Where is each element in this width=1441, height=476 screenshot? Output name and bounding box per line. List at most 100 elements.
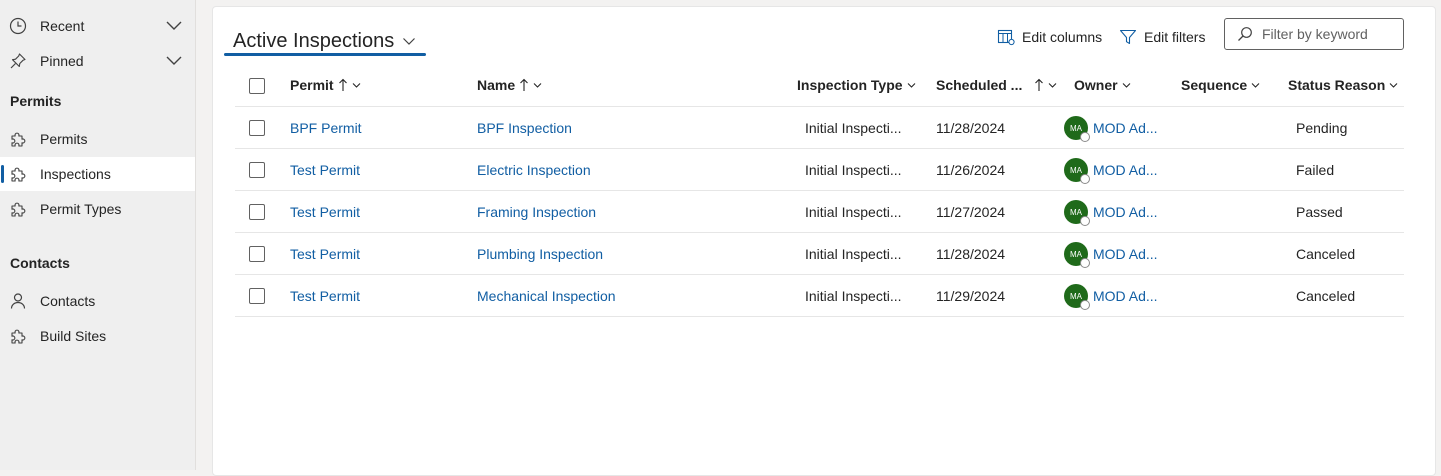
owner-link[interactable]: MOD Ad... (1093, 246, 1158, 262)
inspection-type-cell: Initial Inspecti... (805, 246, 902, 262)
sidebar: Recent Pinned Permits Permits Inspection… (0, 0, 196, 470)
column-header-label: Name (477, 77, 516, 93)
edit-filters-button[interactable]: Edit filters (1119, 26, 1205, 48)
column-header-label: Status Reason (1288, 77, 1386, 93)
edit-columns-label: Edit columns (1022, 29, 1103, 45)
view-title: Active Inspections (233, 29, 395, 52)
row-checkbox[interactable] (249, 120, 265, 136)
puzzle-icon (11, 167, 26, 182)
search-icon (1238, 27, 1252, 41)
scheduled-date-cell: 11/28/2024 (936, 246, 1006, 262)
sort-ascending-icon (338, 78, 347, 91)
nav-pinned[interactable]: Pinned (0, 44, 195, 78)
sidebar-item-permit-types[interactable]: Permit Types (0, 192, 195, 226)
keyword-filter[interactable] (1224, 18, 1404, 50)
inspection-type-cell: Initial Inspecti... (805, 288, 902, 304)
column-header-permit[interactable]: Permit (290, 77, 361, 93)
presence-status-icon (1080, 216, 1090, 226)
table-row[interactable]: Test Permit Mechanical Inspection Initia… (235, 275, 1404, 317)
chevron-down-icon (403, 38, 416, 45)
grid-header: Permit Name Inspection Type Scheduled ..… (235, 65, 1404, 107)
chevron-down-icon[interactable] (165, 52, 183, 70)
select-all-checkbox[interactable] (249, 78, 265, 94)
scheduled-date-cell: 11/28/2024 (936, 120, 1006, 136)
owner-link[interactable]: MOD Ad... (1093, 120, 1158, 136)
status-reason-cell: Failed (1296, 162, 1335, 178)
group-title-contacts: Contacts (10, 255, 70, 271)
row-checkbox[interactable] (249, 246, 265, 262)
person-icon (10, 293, 26, 309)
sidebar-item-inspections[interactable]: Inspections (0, 157, 195, 191)
chevron-down-icon (1048, 82, 1057, 88)
permit-link[interactable]: Test Permit (290, 162, 360, 178)
column-header-sequence[interactable]: Sequence (1181, 77, 1260, 93)
edit-columns-button[interactable]: Edit columns (997, 26, 1102, 48)
sidebar-item-label: Build Sites (40, 328, 107, 344)
owner-link[interactable]: MOD Ad... (1093, 288, 1158, 304)
scheduled-date-cell: 11/27/2024 (936, 204, 1006, 220)
column-header-owner[interactable]: Owner (1074, 77, 1131, 93)
pin-icon (10, 53, 26, 69)
table-row[interactable]: Test Permit Electric Inspection Initial … (235, 149, 1404, 191)
name-link[interactable]: Plumbing Inspection (477, 246, 603, 262)
chevron-down-icon (1122, 82, 1130, 88)
name-link[interactable]: BPF Inspection (477, 120, 572, 136)
scheduled-date-cell: 11/29/2024 (936, 288, 1006, 304)
permit-link[interactable]: Test Permit (290, 288, 360, 304)
main-panel: Active Inspections Edit columns Edit fil… (212, 6, 1436, 476)
name-link[interactable]: Mechanical Inspection (477, 288, 616, 304)
permit-link[interactable]: BPF Permit (290, 120, 362, 136)
inspection-type-cell: Initial Inspecti... (805, 120, 902, 136)
chevron-down-icon (1251, 82, 1260, 88)
table-row[interactable]: BPF Permit BPF Inspection Initial Inspec… (235, 107, 1404, 149)
permit-link[interactable]: Test Permit (290, 246, 360, 262)
clock-icon (9, 17, 27, 35)
column-header-scheduled[interactable]: Scheduled ... (936, 77, 1057, 93)
column-header-name[interactable]: Name (477, 77, 542, 93)
sidebar-item-label: Permit Types (40, 201, 122, 217)
group-title-permits: Permits (10, 93, 62, 109)
chevron-down-icon (533, 82, 542, 88)
column-header-status-reason[interactable]: Status Reason (1288, 77, 1398, 93)
inspection-type-cell: Initial Inspecti... (805, 162, 902, 178)
row-checkbox[interactable] (249, 162, 265, 178)
column-header-label: Inspection Type (797, 77, 903, 93)
presence-status-icon (1080, 132, 1090, 142)
sidebar-item-permits[interactable]: Permits (0, 122, 195, 156)
search-input[interactable] (1260, 24, 1400, 44)
puzzle-icon (11, 132, 26, 147)
column-header-label: Sequence (1181, 77, 1248, 93)
sort-ascending-icon (1035, 78, 1044, 91)
owner-link[interactable]: MOD Ad... (1093, 204, 1158, 220)
row-checkbox[interactable] (249, 288, 265, 304)
column-header-inspection-type[interactable]: Inspection Type (797, 77, 916, 93)
row-checkbox[interactable] (249, 204, 265, 220)
name-link[interactable]: Electric Inspection (477, 162, 591, 178)
chevron-down-icon (907, 82, 915, 88)
puzzle-icon (11, 202, 26, 217)
table-row[interactable]: Test Permit Framing Inspection Initial I… (235, 191, 1404, 233)
sidebar-item-contacts[interactable]: Contacts (0, 284, 195, 318)
chevron-down-icon (1389, 82, 1398, 88)
owner-link[interactable]: MOD Ad... (1093, 162, 1158, 178)
sidebar-item-build-sites[interactable]: Build Sites (0, 319, 195, 353)
filter-icon (1119, 29, 1137, 45)
status-reason-cell: Canceled (1296, 288, 1356, 304)
edit-filters-label: Edit filters (1144, 29, 1206, 45)
table-row[interactable]: Test Permit Plumbing Inspection Initial … (235, 233, 1404, 275)
chevron-down-icon[interactable] (165, 17, 183, 35)
scheduled-date-cell: 11/26/2024 (936, 162, 1006, 178)
nav-recent[interactable]: Recent (0, 9, 195, 43)
column-header-label: Permit (290, 77, 334, 93)
sidebar-item-label: Inspections (40, 166, 111, 182)
edit-columns-icon (997, 29, 1015, 46)
name-link[interactable]: Framing Inspection (477, 204, 596, 220)
nav-pinned-label: Pinned (40, 53, 84, 69)
permit-link[interactable]: Test Permit (290, 204, 360, 220)
nav-recent-label: Recent (40, 18, 85, 34)
puzzle-icon (11, 329, 26, 344)
view-underline (224, 53, 426, 56)
status-reason-cell: Canceled (1296, 246, 1356, 262)
column-header-label: Scheduled ... (936, 77, 1023, 93)
column-header-label: Owner (1074, 77, 1118, 93)
